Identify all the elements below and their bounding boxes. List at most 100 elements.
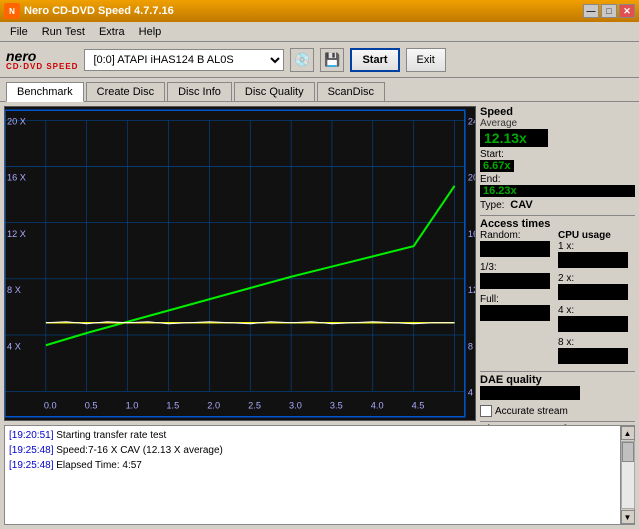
tab-scan-disc[interactable]: ScanDisc (317, 82, 385, 101)
toolbar: nero CD·DVD SPEED [0:0] ATAPI iHAS124 B … (0, 42, 639, 78)
scroll-down-button[interactable]: ▼ (621, 510, 635, 524)
log-timestamp-3: [19:25:48] (9, 460, 53, 471)
accurate-stream-area: Accurate stream (480, 405, 635, 417)
log-content: [19:20:51] Starting transfer rate test [… (5, 426, 620, 524)
svg-text:3.0: 3.0 (289, 401, 302, 411)
svg-text:20: 20 (468, 173, 475, 183)
cpu-1x-value (558, 252, 628, 268)
cpu-1x-label: 1 x: (558, 241, 628, 252)
svg-text:4.0: 4.0 (371, 401, 384, 411)
start-button[interactable]: Start (350, 48, 399, 72)
log-timestamp-2: [19:25:48] (9, 445, 53, 456)
average-label: Average (480, 118, 635, 129)
close-button[interactable]: ✕ (619, 4, 635, 18)
menu-help[interactable]: Help (133, 24, 168, 40)
cpu-usage-label: CPU usage (558, 230, 628, 241)
cpu-2x-value (558, 284, 628, 300)
tab-bar: Benchmark Create Disc Disc Info Disc Qua… (0, 78, 639, 102)
cd-dvd-logo-text: CD·DVD SPEED (6, 63, 78, 71)
speed-chart: 20 X 16 X 12 X 8 X 4 X 24 20 16 12 8 4 0… (5, 107, 475, 420)
log-text-2: Speed:7-16 X CAV (12.13 X average) (56, 445, 223, 456)
cpu-8x-label: 8 x: (558, 337, 628, 348)
log-line-2: [19:25:48] Speed:7-16 X CAV (12.13 X ave… (9, 443, 616, 458)
right-panel: Speed Average 12.13x Start: 6.67x End: 1… (480, 106, 635, 421)
scroll-up-button[interactable]: ▲ (621, 426, 635, 440)
svg-text:12 X: 12 X (7, 229, 26, 239)
one-third-value (480, 273, 550, 289)
tab-benchmark[interactable]: Benchmark (6, 82, 84, 102)
svg-text:4 X: 4 X (7, 341, 21, 351)
minimize-button[interactable]: — (583, 4, 599, 18)
full-label: Full: (480, 294, 550, 305)
nero-logo: nero CD·DVD SPEED (6, 49, 78, 71)
drive-selector[interactable]: [0:0] ATAPI iHAS124 B AL0S (84, 49, 284, 71)
log-line-1: [19:20:51] Starting transfer rate test (9, 428, 616, 443)
svg-text:16: 16 (468, 229, 475, 239)
speed-section: Speed Average 12.13x Start: 6.67x End: 1… (480, 106, 635, 211)
svg-text:4: 4 (468, 387, 473, 397)
one-third-label: 1/3: (480, 262, 550, 273)
access-times-section: Access times Random: 1/3: Full: CPU usag… (480, 215, 635, 367)
svg-text:4.5: 4.5 (412, 401, 425, 411)
svg-text:0.5: 0.5 (85, 401, 98, 411)
svg-text:1.0: 1.0 (126, 401, 139, 411)
menu-file[interactable]: File (4, 24, 34, 40)
scroll-thumb[interactable] (622, 442, 634, 462)
log-area: [19:20:51] Starting transfer rate test [… (4, 425, 635, 525)
dae-value (480, 386, 580, 400)
svg-text:1.5: 1.5 (166, 401, 179, 411)
dae-quality-label: DAE quality (480, 374, 635, 386)
log-line-3: [19:25:48] Elapsed Time: 4:57 (9, 458, 616, 473)
full-value (480, 305, 550, 321)
svg-text:24: 24 (468, 117, 475, 127)
svg-text:12: 12 (468, 285, 475, 295)
window-title: Nero CD-DVD Speed 4.7.7.16 (24, 5, 174, 17)
cpu-4x-label: 4 x: (558, 305, 628, 316)
toolbar-icon-1[interactable]: 💿 (290, 48, 314, 72)
cpu-2x-label: 2 x: (558, 273, 628, 284)
start-value: 6.67x (480, 160, 514, 172)
menu-bar: File Run Test Extra Help (0, 22, 639, 42)
accurate-stream-label: Accurate stream (495, 406, 568, 417)
svg-text:8 X: 8 X (7, 285, 21, 295)
log-text-1: Starting transfer rate test (56, 430, 166, 441)
log-timestamp-1: [19:20:51] (9, 430, 53, 441)
svg-text:2.0: 2.0 (207, 401, 220, 411)
accurate-stream-checkbox[interactable] (480, 405, 492, 417)
content-area: 20 X 16 X 12 X 8 X 4 X 24 20 16 12 8 4 0… (0, 102, 639, 425)
average-value: 12.13x (480, 129, 548, 147)
tab-disc-info[interactable]: Disc Info (167, 82, 232, 101)
svg-text:20 X: 20 X (7, 117, 26, 127)
menu-extra[interactable]: Extra (93, 24, 131, 40)
tab-disc-quality[interactable]: Disc Quality (234, 82, 315, 101)
type-label: Type: (480, 200, 504, 211)
app-icon: N (4, 3, 20, 19)
end-label: End: (480, 174, 635, 185)
exit-button[interactable]: Exit (406, 48, 446, 72)
tab-create-disc[interactable]: Create Disc (86, 82, 165, 101)
start-label: Start: (480, 149, 514, 160)
cpu-8x-value (558, 348, 628, 364)
scroll-track (621, 441, 635, 509)
access-times-label: Access times (480, 215, 635, 230)
toolbar-icon-2[interactable]: 💾 (320, 48, 344, 72)
speed-label: Speed (480, 106, 635, 118)
title-bar: N Nero CD-DVD Speed 4.7.7.16 — □ ✕ (0, 0, 639, 22)
log-scrollbar: ▲ ▼ (620, 426, 634, 524)
chart-area: 20 X 16 X 12 X 8 X 4 X 24 20 16 12 8 4 0… (4, 106, 476, 421)
nero-logo-text: nero (6, 49, 36, 63)
cpu-4x-value (558, 316, 628, 332)
menu-run-test[interactable]: Run Test (36, 24, 91, 40)
svg-text:0.0: 0.0 (44, 401, 57, 411)
end-value: 16.23x (480, 185, 635, 197)
random-value (480, 241, 550, 257)
svg-text:16 X: 16 X (7, 173, 26, 183)
type-value: CAV (510, 199, 532, 211)
svg-text:3.5: 3.5 (330, 401, 343, 411)
log-text-3: Elapsed Time: 4:57 (56, 460, 142, 471)
maximize-button[interactable]: □ (601, 4, 617, 18)
random-label: Random: (480, 230, 550, 241)
dae-section: DAE quality Accurate stream (480, 371, 635, 417)
svg-text:8: 8 (468, 341, 473, 351)
svg-text:2.5: 2.5 (248, 401, 261, 411)
